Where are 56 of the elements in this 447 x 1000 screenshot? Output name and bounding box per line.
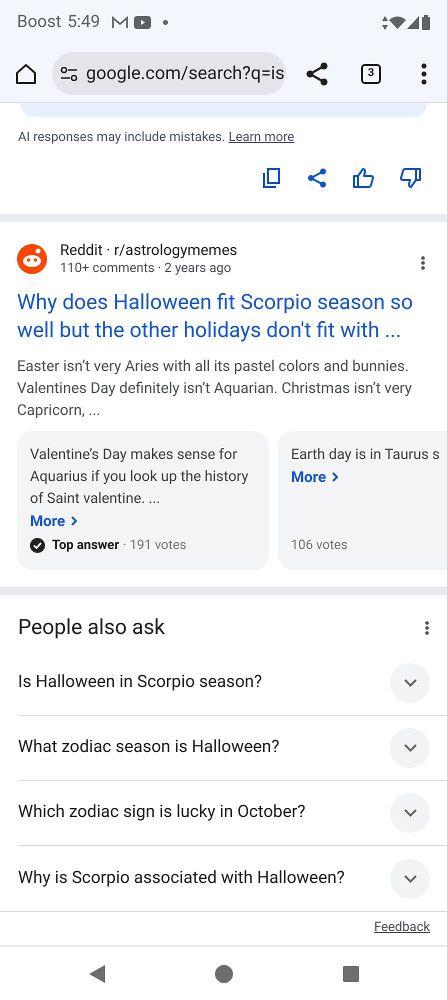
- more-link[interactable]: More: [291, 466, 338, 488]
- question-row[interactable]: Why is Scorpio associated with Halloween?: [18, 846, 447, 911]
- signal-icon: [407, 16, 419, 29]
- url-text: google.com/search?q=is: [86, 62, 284, 86]
- answer-text: Valentine’s Day makes sense for Aquarius if you look up the history of Saint valentine. ...: [30, 444, 250, 508]
- mail-icon: [112, 16, 128, 29]
- question-text: Why is Scorpio associated with Halloween?: [18, 866, 346, 890]
- share-icon[interactable]: [306, 62, 328, 86]
- home-icon[interactable]: [14, 62, 38, 86]
- question-row[interactable]: What zodiac season is Halloween?: [18, 716, 447, 781]
- chevron-down-icon: [404, 679, 416, 687]
- battery-icon: [422, 15, 430, 30]
- disclaimer-text: AI responses may include mistakes.: [18, 130, 226, 145]
- data-arrows-icon: [382, 16, 388, 30]
- learn-more-link[interactable]: Learn more: [228, 130, 294, 145]
- question-row[interactable]: Is Halloween in Scorpio season?: [18, 651, 447, 716]
- video-icon: [134, 16, 152, 29]
- chevron-right-icon: [332, 472, 338, 482]
- vote-count: 106 votes: [291, 537, 348, 555]
- answer-text: Earth day is in Taurus s: [291, 444, 441, 464]
- chevron-down-icon: [404, 809, 416, 817]
- tab-switcher-button[interactable]: 3: [361, 64, 381, 84]
- section-heading: People also ask: [18, 614, 166, 642]
- address-bar[interactable]: google.com/search?q=is: [52, 52, 286, 95]
- result-title-link[interactable]: Why does Halloween fit Scorpio season so well but the other holidays don't fit with ...: [17, 288, 430, 344]
- feedback-link[interactable]: Feedback: [374, 918, 430, 938]
- chevron-right-icon: [71, 516, 78, 526]
- site-settings-icon[interactable]: [60, 66, 78, 80]
- source-name[interactable]: Reddit · r/astrologymemes: [60, 240, 421, 260]
- check-badge-icon: [30, 538, 45, 554]
- thumbs-up-icon[interactable]: [353, 168, 374, 188]
- top-answer-label: Top answer: [52, 537, 120, 555]
- question-text: Is Halloween in Scorpio season?: [18, 671, 264, 694]
- answer-card[interactable]: Valentine’s Day makes sense for Aquarius if you look up the history of Saint valentine. ... More Top answer · 191 votes: [17, 430, 269, 570]
- answer-card[interactable]: Earth day is in Taurus s More 106 votes: [278, 430, 447, 570]
- more-link[interactable]: More: [30, 510, 78, 532]
- thumbs-down-icon[interactable]: [400, 168, 421, 188]
- clock: 5:49: [67, 10, 100, 34]
- share-icon[interactable]: [307, 168, 327, 188]
- more-options-icon[interactable]: [421, 256, 425, 270]
- more-options-icon[interactable]: [425, 621, 429, 636]
- question-text: What zodiac season is Halloween?: [18, 736, 280, 760]
- copy-icon[interactable]: [263, 168, 281, 188]
- recents-icon[interactable]: [342, 966, 358, 982]
- dot-icon: [163, 20, 168, 25]
- chevron-down-icon: [404, 744, 416, 752]
- chevron-down-icon: [404, 874, 416, 882]
- back-icon[interactable]: [88, 964, 104, 982]
- reddit-logo-icon: [17, 244, 47, 274]
- carrier: Boost: [17, 10, 62, 34]
- result-meta: 110+ comments · 2 years ago: [60, 260, 232, 278]
- question-text: Which zodiac sign is lucky in October?: [18, 801, 306, 824]
- more-options-icon[interactable]: [421, 62, 427, 84]
- vote-count: · 191 votes: [123, 537, 186, 555]
- question-row[interactable]: Which zodiac sign is lucky in October?: [18, 781, 447, 846]
- result-snippet: Easter isn’t very Aries with all its pastel colors and bunnies. Valentines Day definitely isn’t Aquarian. Christmas isn’t very Capricorn, ...: [17, 356, 413, 420]
